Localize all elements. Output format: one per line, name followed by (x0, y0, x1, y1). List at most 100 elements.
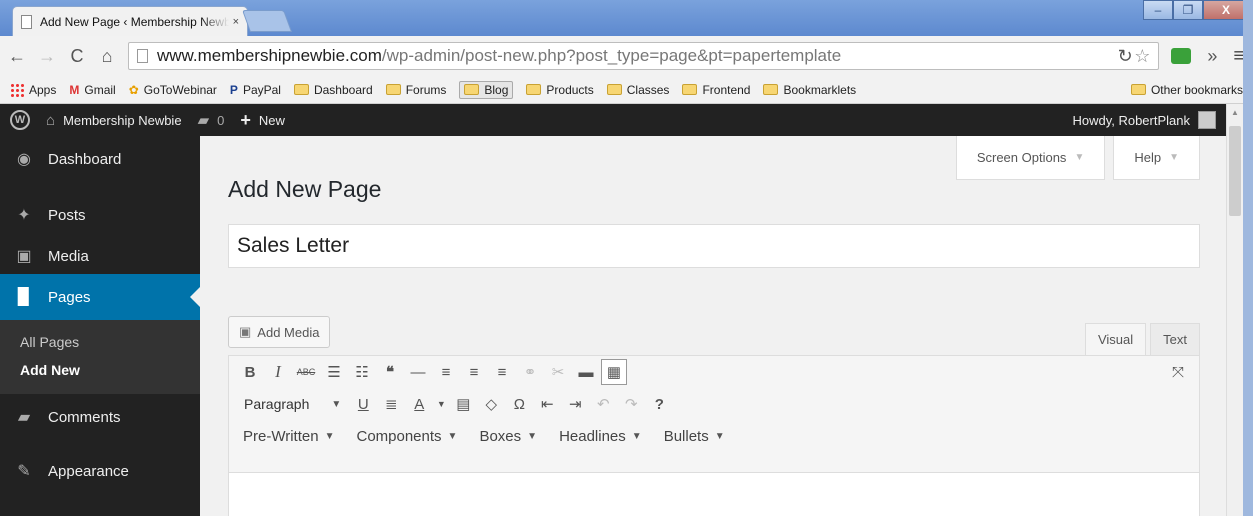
bookmark-star-icon[interactable]: ☆ (1134, 46, 1150, 67)
address-bar[interactable]: www.membershipnewbie.com /wp-admin/post-… (128, 42, 1160, 70)
post-title-input[interactable]: Sales Letter (228, 224, 1200, 268)
numbered-list-icon[interactable]: ☷ (349, 359, 375, 385)
new-tab-button[interactable] (241, 10, 293, 32)
link-icon[interactable]: ⚭ (517, 359, 543, 385)
chevron-down-icon[interactable]: ▼ (434, 391, 448, 417)
sidebar-item-comments[interactable]: ▰ Comments (0, 394, 200, 440)
home-icon[interactable]: ⌂ (98, 46, 116, 67)
page-info-icon[interactable] (137, 49, 148, 63)
read-more-icon[interactable]: ▬ (573, 359, 599, 385)
bookmark-gotowebinar[interactable]: ✿ GoToWebinar (129, 83, 217, 97)
prewritten-dropdown[interactable]: Pre-Written ▼ (237, 428, 334, 445)
bullet-list-icon[interactable]: ☰ (321, 359, 347, 385)
sidebar-item-pages[interactable]: ▉ Pages (0, 274, 200, 320)
extension-icon[interactable] (1171, 48, 1192, 64)
bookmark-gmail[interactable]: M Gmail (69, 83, 115, 97)
align-left-icon[interactable]: ≡ (433, 359, 459, 385)
screen-options-button[interactable]: Screen Options ▼ (955, 136, 1106, 180)
tab-close-button[interactable]: × (233, 16, 239, 28)
page-icon (21, 14, 32, 29)
tab-text[interactable]: Text (1150, 323, 1200, 355)
toolbar-toggle-icon[interactable]: ▦ (601, 359, 627, 385)
submenu-add-new[interactable]: Add New (0, 356, 200, 384)
justify-icon[interactable]: ≣ (378, 391, 404, 417)
clear-formatting-icon[interactable]: ◇ (478, 391, 504, 417)
sidebar-item-appearance[interactable]: ✎ Appearance (0, 448, 200, 494)
strikethrough-icon[interactable]: ABC (293, 359, 319, 385)
bookmark-dashboard[interactable]: Dashboard (293, 83, 373, 97)
minimize-button[interactable]: – (1143, 0, 1173, 20)
underline-icon[interactable]: U (350, 391, 376, 417)
add-media-button[interactable]: ▣ Add Media (228, 316, 331, 348)
fullscreen-icon[interactable]: ⤧ (1165, 359, 1191, 385)
page-scrollbar[interactable]: ▲ (1226, 104, 1243, 516)
editor-toolbar-row-2: Paragraph ▼ U ≣ A ▼ ▤ ◇ Ω ⇤ ⇥ ↶ ↷ ? (229, 388, 1199, 420)
new-content-link[interactable]: + New (240, 110, 285, 131)
unlink-icon[interactable]: ✂ (545, 359, 571, 385)
paste-as-text-icon[interactable]: ▤ (450, 391, 476, 417)
scroll-up-icon[interactable]: ▲ (1231, 108, 1239, 117)
tab-visual[interactable]: Visual (1084, 323, 1147, 355)
comment-bubble-icon: ▰ (197, 112, 210, 129)
italic-icon[interactable]: I (265, 359, 291, 385)
undo-icon[interactable]: ↶ (590, 391, 616, 417)
bookmark-bookmarklets[interactable]: Bookmarklets (763, 83, 856, 97)
sidebar-item-posts[interactable]: ✦ Posts (0, 192, 200, 238)
editor-toolbar-row-1: B I ABC ☰ ☷ ❝ — ≡ ≡ ≡ ⚭ ✂ ▬ ▦ ⤧ (229, 356, 1199, 388)
wordpress-logo-icon[interactable]: W (10, 110, 30, 130)
folder-icon (763, 84, 779, 95)
maximize-button[interactable]: ❐ (1173, 0, 1203, 20)
tab-title: Add New Page ‹ Membership Newbie (40, 14, 229, 29)
help-button[interactable]: Help ▼ (1113, 136, 1200, 180)
other-bookmarks[interactable]: Other bookmarks (1130, 83, 1243, 97)
comments-link[interactable]: ▰ 0 (198, 111, 225, 129)
bookmark-products[interactable]: Products (526, 83, 594, 97)
caret-down-icon: ▼ (1169, 152, 1179, 163)
scrollbar-thumb[interactable] (1229, 126, 1241, 216)
bookmark-apps[interactable]: Apps (10, 82, 56, 97)
account-menu[interactable]: Howdy, RobertPlank (1072, 111, 1216, 129)
browser-toolbar: ← → C ⌂ www.membershipnewbie.com /wp-adm… (0, 36, 1253, 76)
headlines-dropdown[interactable]: Headlines ▼ (553, 428, 642, 445)
refresh-extension-icon[interactable]: ↻ (1116, 46, 1134, 67)
align-center-icon[interactable]: ≡ (461, 359, 487, 385)
sidebar-item-media[interactable]: ▣ Media (0, 238, 200, 274)
reload-icon[interactable]: C (68, 46, 86, 67)
gmail-icon: M (69, 82, 80, 97)
bookmark-paypal[interactable]: P PayPal (230, 83, 281, 97)
editor-body[interactable] (229, 472, 1199, 516)
blockquote-icon[interactable]: ❝ (377, 359, 403, 385)
chevron-down-icon: ▼ (447, 430, 458, 442)
bullets-dropdown[interactable]: Bullets ▼ (658, 428, 725, 445)
browser-tab[interactable]: Add New Page ‹ Membership Newbie × (12, 6, 248, 36)
help-icon[interactable]: ? (646, 391, 672, 417)
text-color-icon[interactable]: A (406, 391, 432, 417)
align-right-icon[interactable]: ≡ (489, 359, 515, 385)
bookmark-classes[interactable]: Classes (606, 83, 669, 97)
folder-icon (1130, 84, 1146, 95)
main-content: Screen Options ▼ Help ▼ Add New Page Sal… (200, 136, 1226, 516)
redo-icon[interactable]: ↷ (618, 391, 644, 417)
bookmark-blog[interactable]: Blog (459, 80, 514, 99)
apps-icon (10, 82, 24, 97)
forward-icon[interactable]: → (38, 46, 56, 67)
pages-submenu: All Pages Add New (0, 320, 200, 394)
indent-icon[interactable]: ⇥ (562, 391, 588, 417)
submenu-all-pages[interactable]: All Pages (0, 328, 200, 356)
dashboard-icon: ◉ (17, 151, 31, 168)
components-dropdown[interactable]: Components ▼ (350, 428, 457, 445)
brush-icon: ✎ (17, 463, 31, 480)
boxes-dropdown[interactable]: Boxes ▼ (473, 428, 537, 445)
bookmark-forums[interactable]: Forums (385, 83, 446, 97)
back-icon[interactable]: ← (8, 46, 26, 67)
outdent-icon[interactable]: ⇤ (534, 391, 560, 417)
overflow-chevron-icon[interactable]: » (1203, 46, 1221, 67)
bold-icon[interactable]: B (237, 359, 263, 385)
bookmark-frontend[interactable]: Frontend (682, 83, 750, 97)
format-select[interactable]: Paragraph ▼ (237, 391, 348, 417)
site-name-link[interactable]: ⌂ Membership Newbie (46, 112, 182, 129)
sidebar-item-dashboard[interactable]: ◉ Dashboard (0, 136, 200, 182)
special-character-icon[interactable]: Ω (506, 391, 532, 417)
folder-icon (682, 84, 698, 95)
horizontal-line-icon[interactable]: — (405, 359, 431, 385)
